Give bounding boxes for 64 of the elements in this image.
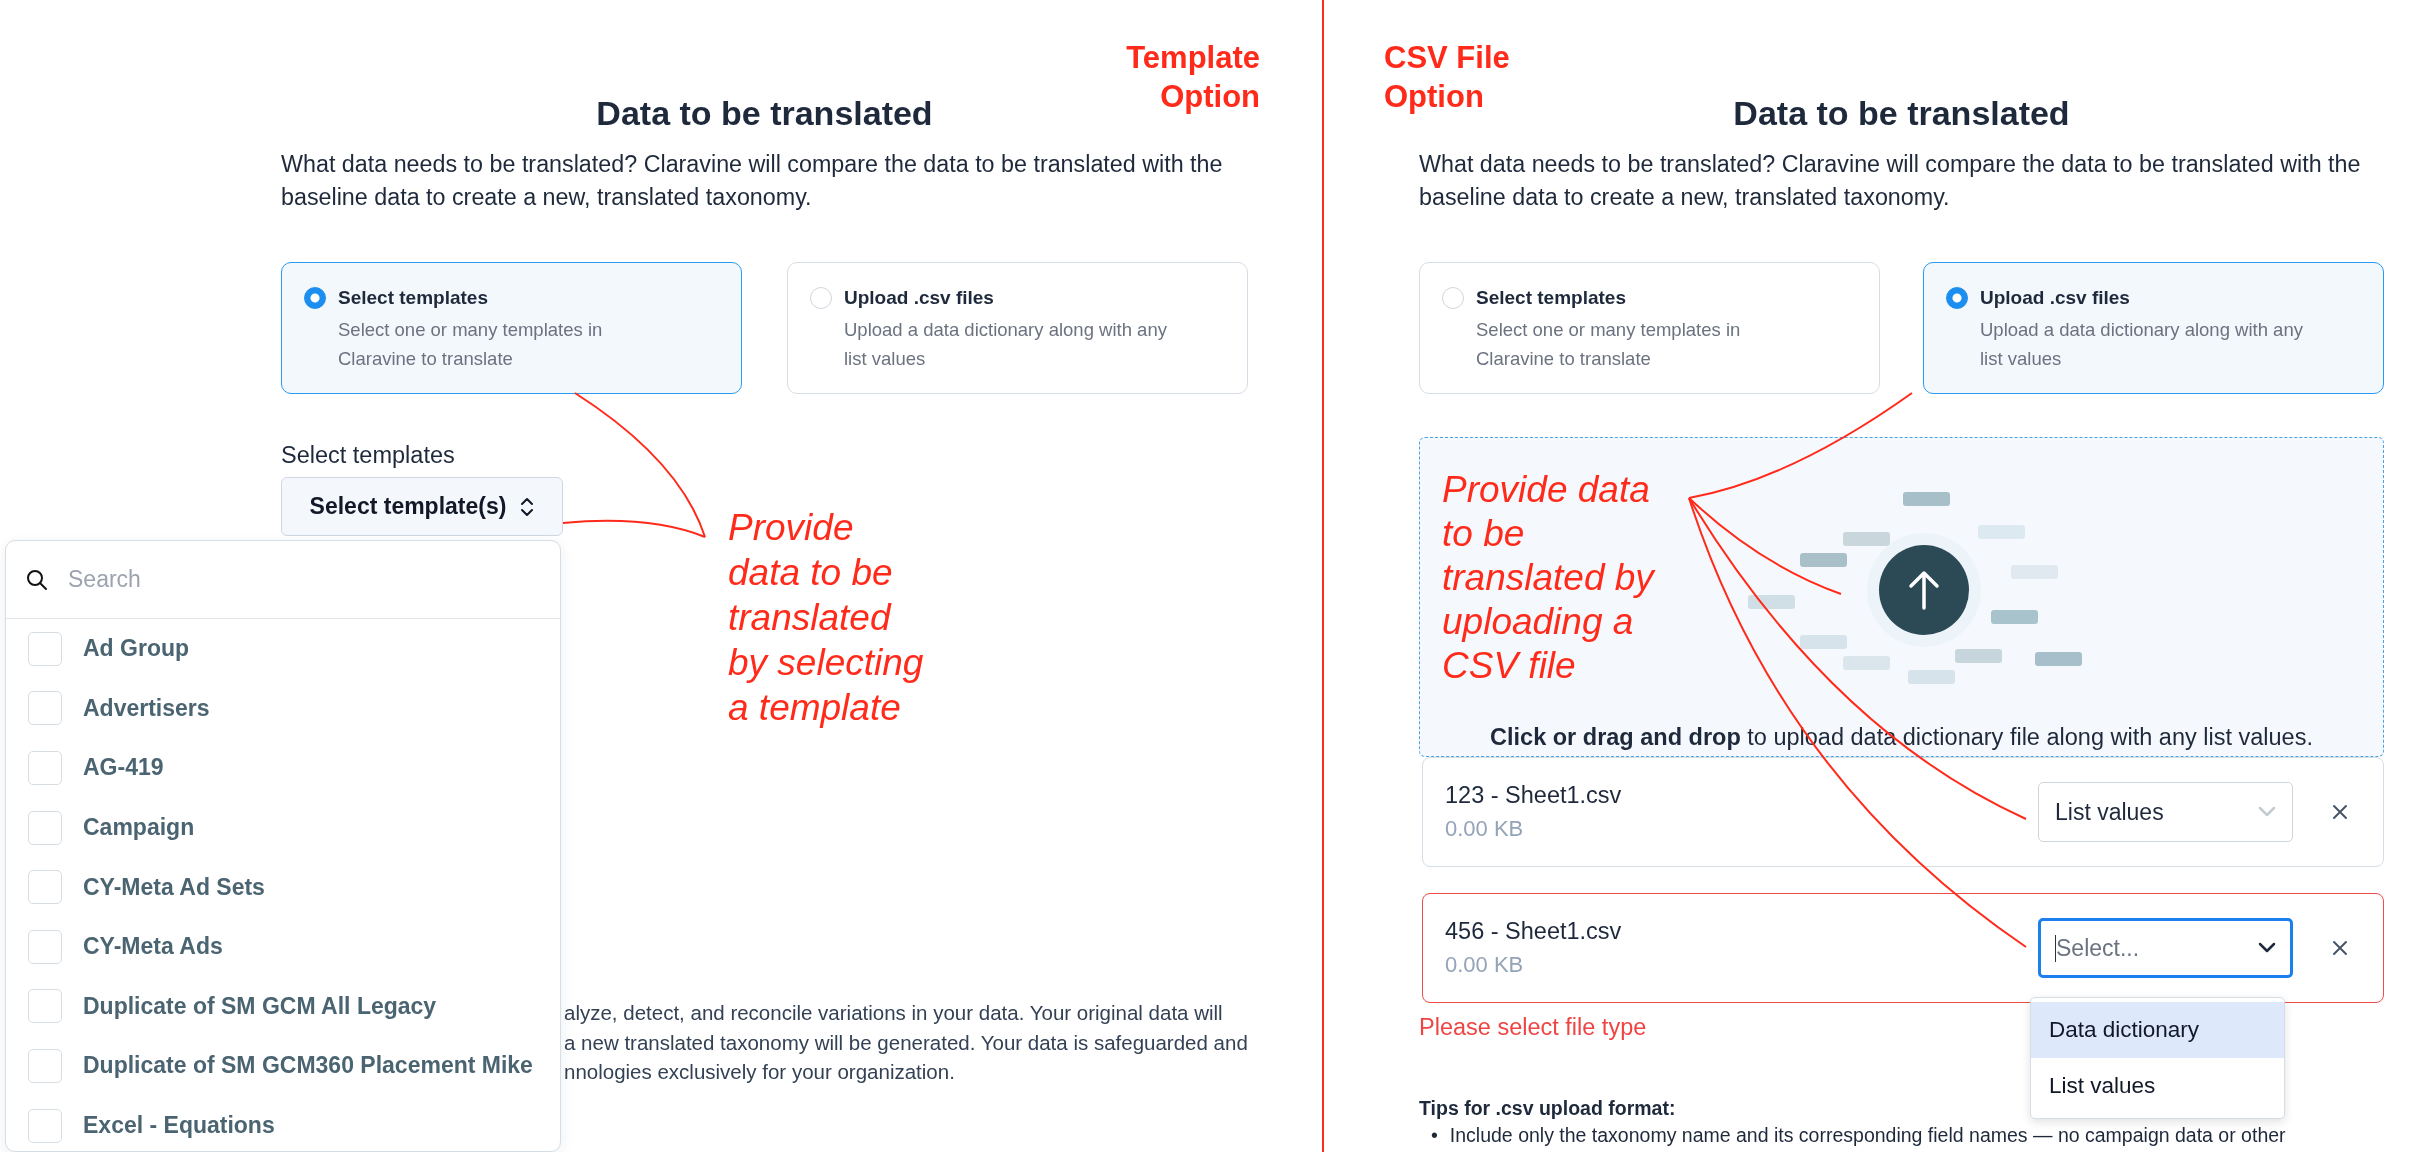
bullet-mark: • (1431, 1124, 1438, 1146)
close-icon (2332, 940, 2348, 956)
chevron-down-icon (2258, 806, 2276, 818)
body-text: a new translated taxonomy will be generated. Your data is safeguarded and (564, 1029, 1248, 1056)
option-card[interactable]: Select templates Select one or many templates in Claravine to translate (281, 262, 742, 394)
template-option[interactable]: Excel - Equations (6, 1095, 560, 1151)
template-option[interactable]: AG-419 (6, 738, 560, 798)
annotation-label: Template Option (1126, 39, 1260, 116)
template-option[interactable]: CY-Meta Ads (6, 916, 560, 977)
page-heading: Data to be translated (1733, 95, 2070, 131)
file-type-select[interactable]: Select... (2038, 918, 2293, 978)
file-size: 0.00 KB (1445, 815, 1524, 843)
annotation-label: CSV File Option (1384, 39, 1510, 116)
option-title: Select templates (1476, 286, 1626, 310)
file-type-select[interactable]: List values (2038, 782, 2293, 842)
tips-heading: Tips for .csv upload format: (1419, 1096, 1676, 1120)
template-option[interactable]: Duplicate of SM GCM360 Placement Mike (6, 1036, 560, 1096)
close-icon (2332, 804, 2348, 820)
option-description: Upload a data dictionary along with any list values (844, 318, 1167, 371)
checkbox[interactable] (28, 870, 62, 905)
option-card[interactable]: Upload .csv files Upload a data dictionary along with any list values (787, 262, 1248, 394)
checkbox[interactable] (28, 929, 62, 964)
callout-text: Provide data to be translated by uploading a CSV file (1442, 468, 1654, 688)
file-size: 0.00 KB (1445, 951, 1524, 979)
checkbox[interactable] (28, 1108, 62, 1143)
description-text: What data needs to be translated? Claravine will compare the data to be translated with the baseline data to create a new, translated taxonomy. (1419, 150, 2361, 212)
radio-button[interactable] (304, 287, 326, 309)
menu-option[interactable]: List values (2031, 1058, 2284, 1114)
search-icon (26, 568, 48, 591)
template-option[interactable]: Ad Group (6, 619, 560, 679)
search-field[interactable]: Search (66, 565, 506, 594)
checkbox[interactable] (28, 989, 62, 1024)
option-title: Upload .csv files (844, 286, 994, 310)
option-title: Select templates (338, 286, 488, 310)
up-down-chevron-icon (520, 496, 535, 517)
option-description: Select one or many templates in Claravine to translate (338, 318, 603, 371)
file-name: 123 - Sheet1.csv (1445, 781, 1622, 810)
option-card[interactable]: Select templates Select one or many templates in Claravine to translate (1419, 262, 1880, 394)
template-select-button[interactable]: Select template(s) (281, 477, 563, 536)
callout-text: Provide data to be translated by selecting a template (728, 506, 924, 730)
template-option[interactable]: Duplicate of SM GCM All Legacy (6, 976, 560, 1037)
checkbox[interactable] (28, 1048, 62, 1083)
field-label: Select templates (281, 442, 455, 468)
checkbox[interactable] (28, 751, 62, 785)
body-text: nnologies exclusively for your organization. (564, 1059, 955, 1085)
body-text: alyze, detect, and reconcile variations in your data. Your original data will (564, 1000, 1223, 1026)
template-option[interactable]: Advertisers (6, 678, 560, 739)
option-title: Upload .csv files (1980, 286, 2130, 310)
description-text: What data needs to be translated? Claravine will compare the data to be translated with the baseline data to create a new, translated taxonomy. (281, 150, 1223, 212)
template-option[interactable]: Campaign (6, 797, 560, 858)
tip-item: Include only the taxonomy name and its corresponding field names — no campaign data or other (1449, 1124, 2286, 1146)
chevron-down-icon (2258, 942, 2276, 954)
checkbox[interactable] (28, 631, 62, 666)
menu-option[interactable]: Data dictionary (2031, 1002, 2284, 1058)
file-name: 456 - Sheet1.csv (1445, 917, 1622, 946)
option-description: Select one or many templates in Claravine to translate (1476, 318, 1741, 371)
radio-button[interactable] (1946, 287, 1968, 309)
checkbox[interactable] (28, 810, 62, 845)
option-description: Upload a data dictionary along with any list values (1980, 318, 2303, 371)
checkbox[interactable] (28, 691, 62, 726)
error-message: Please select file type (1419, 1014, 1647, 1040)
template-option[interactable]: CY-Meta Ad Sets (6, 857, 560, 917)
option-card[interactable]: Upload .csv files Upload a data dictionary along with any list values (1923, 262, 2384, 394)
page-heading: Data to be translated (596, 95, 933, 131)
